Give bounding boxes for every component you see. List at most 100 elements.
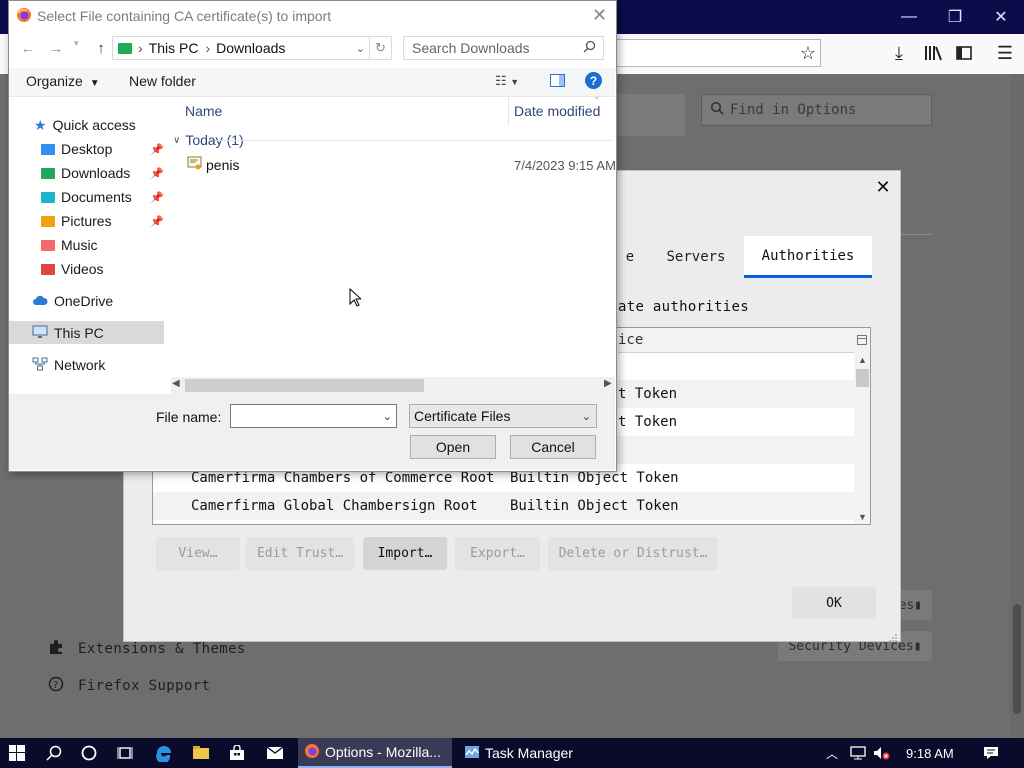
column-header-date-modified[interactable]: Date modified — [514, 103, 600, 119]
network-status-icon[interactable] — [849, 738, 867, 768]
show-hidden-icons-chevron[interactable]: ︿ — [826, 738, 838, 768]
notifications-icon[interactable] — [983, 738, 999, 768]
firefox-icon — [16, 7, 32, 26]
nav-quick-access[interactable]: ★ Quick access — [34, 114, 136, 136]
file-row[interactable]: penis 7/4/2023 9:15 AM — [187, 155, 616, 175]
organize-button[interactable]: Organize ▼ — [26, 73, 100, 89]
pin-icon: 📌 — [150, 144, 164, 156]
preview-pane-icon[interactable] — [550, 74, 565, 90]
new-folder-button[interactable]: New folder — [129, 73, 196, 89]
cortana-icon[interactable] — [81, 738, 97, 768]
column-picker-icon[interactable] — [854, 328, 870, 353]
scroll-left-icon[interactable]: ◀ — [172, 378, 180, 389]
windows-start-icon[interactable] — [9, 738, 25, 768]
ok-button[interactable]: OK — [792, 587, 876, 619]
breadcrumb-downloads[interactable]: Downloads — [216, 40, 285, 56]
table-scrollbar-thumb[interactable] — [856, 369, 869, 387]
nav-documents[interactable]: Documents — [41, 186, 132, 208]
edit-trust-button[interactable]: Edit Trust… — [246, 537, 354, 570]
close-icon[interactable]: ✕ — [875, 177, 890, 197]
pictures-folder-icon — [41, 215, 55, 227]
file-name-input[interactable]: ⌄ — [230, 404, 397, 428]
firefox-support-link[interactable]: ? Firefox Support — [48, 676, 210, 696]
tab-authorities[interactable]: Authorities — [744, 236, 872, 278]
row-cert-name: Camerfirma Global Chambersign Root — [191, 498, 478, 514]
pin-icon: 📌 — [150, 216, 164, 228]
resize-grip-icon[interactable] — [888, 630, 898, 642]
nav-label: Downloads — [61, 165, 131, 181]
nav-onedrive[interactable]: OneDrive — [32, 290, 113, 312]
tab-servers[interactable]: Servers — [648, 236, 744, 278]
taskbar-app-task-manager[interactable]: Task Manager — [458, 738, 598, 768]
page-scrollbar-thumb[interactable] — [1013, 604, 1021, 714]
row-cert-name: Camerfirma Chambers of Commerce Root — [191, 470, 495, 486]
documents-folder-icon — [41, 191, 55, 203]
search-icon[interactable] — [46, 738, 62, 768]
recent-locations-chevron-icon[interactable]: ▾ — [74, 38, 79, 49]
find-in-options-input[interactable]: Find in Options — [701, 94, 932, 126]
nav-desktop[interactable]: Desktop — [41, 138, 112, 160]
search-downloads-input[interactable]: Search Downloads — [403, 36, 604, 60]
breadcrumb-this-pc[interactable]: This PC — [149, 40, 199, 56]
view-options-icon[interactable]: ☷ ▼ — [495, 73, 519, 89]
nav-pictures[interactable]: Pictures — [41, 210, 112, 232]
up-arrow-icon[interactable]: ↑ — [91, 39, 111, 57]
extensions-themes-link[interactable]: Extensions & Themes — [48, 639, 246, 659]
address-bar[interactable]: › This PC › Downloads ⌄ — [112, 36, 370, 60]
tab-servers-label: Servers — [666, 249, 726, 265]
open-button[interactable]: Open — [410, 435, 496, 459]
taskbar-app-firefox[interactable]: Options - Mozilla... — [298, 738, 452, 768]
view-button[interactable]: View… — [156, 537, 240, 570]
column-header-name[interactable]: Name — [185, 103, 222, 119]
scroll-down-icon[interactable]: ▼ — [858, 512, 867, 522]
bookmark-star-icon[interactable]: ☆ — [795, 40, 821, 66]
edge-icon[interactable] — [155, 738, 173, 768]
file-explorer-icon[interactable] — [192, 738, 210, 768]
tab-partial[interactable]: e — [618, 236, 642, 278]
nav-videos[interactable]: Videos — [41, 258, 104, 280]
nav-downloads[interactable]: Downloads — [41, 162, 130, 184]
column-separator[interactable] — [508, 97, 509, 125]
svg-text:?: ? — [53, 680, 59, 691]
horizontal-scrollbar-thumb[interactable] — [185, 379, 424, 392]
chevron-down-icon: ⌄ — [581, 410, 591, 423]
store-icon[interactable] — [229, 738, 245, 768]
dialog-close-icon[interactable]: ✕ — [592, 5, 607, 26]
close-window-button[interactable]: ✕ — [978, 0, 1024, 34]
address-dropdown-icon[interactable]: ⌄ — [356, 42, 365, 55]
sort-chevron-icon: ⌄ — [593, 91, 601, 101]
back-arrow-icon[interactable]: ← — [18, 39, 38, 57]
search-icon — [583, 40, 596, 56]
sidebar-icon[interactable] — [951, 40, 977, 66]
export-button[interactable]: Export… — [455, 537, 540, 570]
volume-muted-icon[interactable] — [873, 738, 891, 768]
import-button[interactable]: Import… — [363, 537, 447, 570]
menu-icon[interactable]: ☰ — [992, 40, 1018, 66]
nav-label: Videos — [61, 261, 104, 277]
restore-button[interactable]: ❐ — [932, 0, 978, 34]
url-bar[interactable] — [617, 39, 821, 67]
mail-icon[interactable] — [266, 738, 284, 768]
certificate-file-icon — [187, 156, 202, 174]
file-type-select[interactable]: Certificate Files ⌄ — [409, 404, 597, 428]
library-icon[interactable] — [920, 40, 946, 66]
column-header-security-device[interactable]: ice — [618, 328, 854, 353]
chevron-down-icon: ▼ — [89, 78, 100, 89]
delete-distrust-button[interactable]: Delete or Distrust… — [548, 537, 718, 570]
table-row[interactable]: Camerfirma Global Chambersign Root Built… — [153, 492, 854, 520]
minimize-button[interactable]: — — [886, 0, 932, 34]
cloud-icon — [32, 293, 48, 309]
cancel-button[interactable]: Cancel — [510, 435, 596, 459]
refresh-icon[interactable]: ↻ — [370, 36, 392, 60]
task-view-icon[interactable] — [117, 738, 133, 768]
nav-network[interactable]: Network — [32, 354, 105, 376]
clock[interactable]: 9:18 AM — [906, 738, 954, 768]
scroll-right-icon[interactable]: ▶ — [604, 378, 612, 389]
scroll-up-icon[interactable]: ▲ — [858, 355, 867, 365]
forward-arrow-icon[interactable]: → — [46, 39, 66, 57]
downloads-icon[interactable]: ⤓ — [886, 40, 912, 66]
help-icon[interactable]: ? — [585, 72, 602, 89]
nav-this-pc[interactable]: This PC — [32, 322, 104, 344]
nav-music[interactable]: Music — [41, 234, 98, 256]
row-token: t Token — [618, 414, 678, 430]
